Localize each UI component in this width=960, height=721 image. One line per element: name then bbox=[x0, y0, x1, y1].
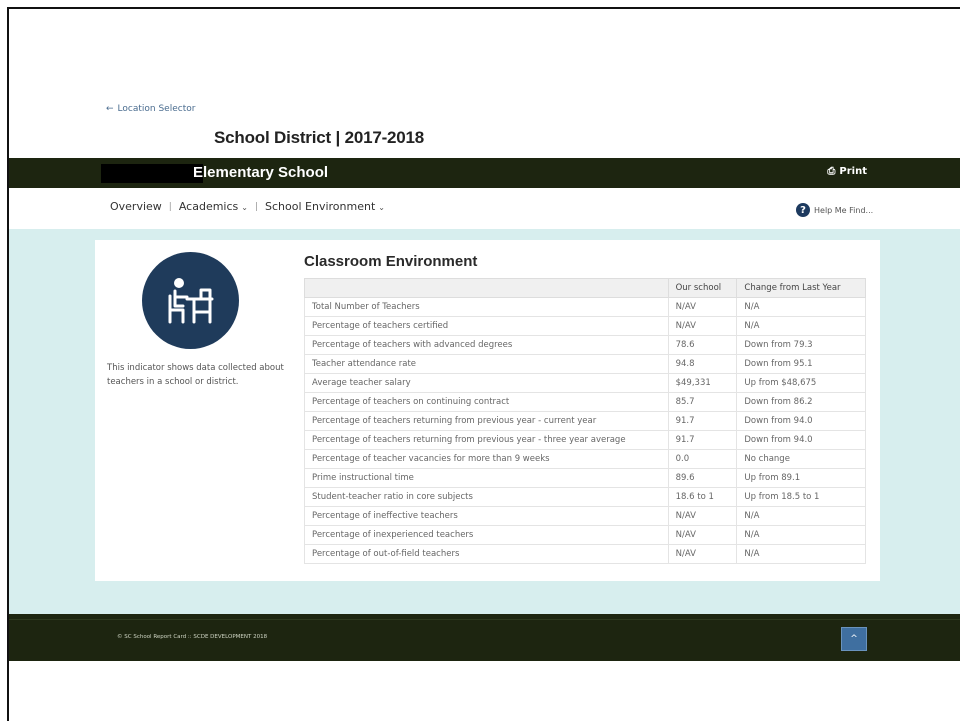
nav-academics[interactable]: Academics ⌄ bbox=[179, 200, 248, 213]
row-change: Up from 89.1 bbox=[736, 468, 866, 488]
row-change: N/A bbox=[736, 297, 866, 317]
table-row: Percentage of inexperienced teachers N/AV… bbox=[304, 525, 866, 545]
row-label: Teacher attendance rate bbox=[304, 354, 669, 374]
row-change: Down from 94.0 bbox=[736, 411, 866, 431]
table-row: Student-teacher ratio in core subjects 18… bbox=[304, 487, 866, 507]
footer-copyright: © SC School Report Card :: SCDE DEVELOPM… bbox=[117, 634, 268, 640]
district-title: School District | 2017-2018 bbox=[214, 128, 425, 147]
table-row: Percentage of ineffective teachers N/AV N/… bbox=[304, 506, 866, 526]
row-change: Down from 94.0 bbox=[736, 430, 866, 450]
printer-icon: ⎙ bbox=[827, 166, 836, 177]
table-row: Average teacher salary $49,331 Up from $48… bbox=[304, 373, 866, 393]
chevron-up-icon: ^ bbox=[850, 634, 858, 644]
row-label: Percentage of teachers certified bbox=[304, 316, 669, 336]
column-header-measure bbox=[304, 278, 669, 298]
back-arrow-icon: ← bbox=[106, 104, 114, 114]
nav-academics-label: Academics bbox=[178, 200, 239, 213]
row-value: N/AV bbox=[667, 297, 738, 317]
row-change: Up from 18.5 to 1 bbox=[736, 487, 866, 507]
help-me-find-link[interactable]: ? Help Me Find... bbox=[796, 203, 873, 217]
back-to-top-button[interactable]: ^ bbox=[841, 627, 867, 651]
school-name: Elementary School bbox=[193, 164, 329, 181]
row-value: N/AV bbox=[667, 544, 738, 564]
row-value: 78.6 bbox=[667, 335, 738, 355]
school-header-bar: Elementary School ⎙ Print bbox=[9, 158, 960, 188]
row-label: Percentage of teachers returning from pr… bbox=[304, 430, 669, 450]
row-label: Prime instructional time bbox=[304, 468, 669, 488]
row-change: Down from 86.2 bbox=[736, 392, 866, 412]
row-label: Percentage of teacher vacancies for more… bbox=[304, 449, 669, 469]
row-value: N/AV bbox=[667, 316, 738, 336]
column-header-our-school: Our school bbox=[667, 278, 738, 298]
print-label: Print bbox=[839, 166, 867, 177]
row-value: 91.7 bbox=[667, 411, 738, 431]
row-label: Percentage of teachers returning from pr… bbox=[304, 411, 669, 431]
row-change: Down from 95.1 bbox=[736, 354, 866, 374]
table-header-row: Our school Change from Last Year bbox=[304, 278, 866, 298]
row-change: No change bbox=[736, 449, 866, 469]
footer-divider bbox=[9, 619, 960, 620]
question-icon: ? bbox=[796, 203, 810, 217]
row-label: Percentage of ineffective teachers bbox=[304, 506, 669, 526]
row-change: N/A bbox=[736, 316, 866, 336]
table-row: Prime instructional time 89.6 Up from 89.1 bbox=[304, 468, 866, 488]
nav-separator: | bbox=[254, 201, 259, 212]
row-change: N/A bbox=[736, 506, 866, 526]
row-change: Down from 79.3 bbox=[736, 335, 866, 355]
table-row: Percentage of teachers returning from pr… bbox=[304, 411, 866, 431]
help-label: Help Me Find... bbox=[814, 205, 874, 215]
redacted-school-name-block bbox=[101, 164, 203, 183]
table-row: Teacher attendance rate 94.8 Down from 95.… bbox=[304, 354, 866, 374]
main-nav: Overview | Academics ⌄ | School Environme… bbox=[110, 200, 385, 213]
footer: © SC School Report Card :: SCDE DEVELOPM… bbox=[9, 614, 960, 661]
row-label: Percentage of out-of-field teachers bbox=[304, 544, 669, 564]
nav-school-environment[interactable]: School Environment ⌄ bbox=[265, 200, 385, 213]
table-row: Percentage of teacher vacancies for more… bbox=[304, 449, 866, 469]
row-change: N/A bbox=[736, 544, 866, 564]
location-selector-label: Location Selector bbox=[117, 104, 196, 114]
row-label: Percentage of inexperienced teachers bbox=[304, 525, 669, 545]
chevron-down-icon: ⌄ bbox=[241, 203, 248, 212]
row-label: Percentage of teachers on continuing con… bbox=[304, 392, 669, 412]
classroom-environment-table: Our school Change from Last Year Total N… bbox=[304, 278, 866, 564]
teacher-at-desk-icon bbox=[142, 252, 239, 349]
row-value: 85.7 bbox=[667, 392, 738, 412]
row-label: Student-teacher ratio in core subjects bbox=[304, 487, 669, 507]
row-value: N/AV bbox=[667, 525, 738, 545]
row-change: N/A bbox=[736, 525, 866, 545]
table-row: Total Number of Teachers N/AV N/A bbox=[304, 297, 866, 317]
print-button[interactable]: ⎙ Print bbox=[827, 166, 867, 177]
row-value: 89.6 bbox=[667, 468, 738, 488]
table-row: Percentage of teachers on continuing con… bbox=[304, 392, 866, 412]
row-label: Average teacher salary bbox=[304, 373, 669, 393]
row-value: 94.8 bbox=[667, 354, 738, 374]
nav-overview[interactable]: Overview bbox=[110, 200, 162, 213]
row-change: Up from $48,675 bbox=[736, 373, 866, 393]
row-label: Percentage of teachers with advanced deg… bbox=[304, 335, 669, 355]
row-label: Total Number of Teachers bbox=[304, 297, 669, 317]
table-row: Percentage of teachers returning from pr… bbox=[304, 430, 866, 450]
nav-school-environment-label: School Environment bbox=[265, 200, 376, 213]
row-value: N/AV bbox=[667, 506, 738, 526]
indicator-description: This indicator shows data collected abou… bbox=[107, 363, 284, 387]
row-value: $49,331 bbox=[667, 373, 738, 393]
chevron-down-icon: ⌄ bbox=[378, 203, 385, 212]
column-header-change: Change from Last Year bbox=[736, 278, 866, 298]
row-value: 91.7 bbox=[667, 430, 738, 450]
location-selector-link[interactable]: ← Location Selector bbox=[106, 104, 195, 114]
nav-separator: | bbox=[168, 201, 172, 212]
table-row: Percentage of teachers with advanced deg… bbox=[304, 335, 866, 355]
table-row: Percentage of out-of-field teachers N/AV N… bbox=[304, 544, 866, 564]
row-value: 0.0 bbox=[667, 449, 738, 469]
section-title: Classroom Environment bbox=[304, 253, 478, 270]
table-row: Percentage of teachers certified N/AV N/A bbox=[304, 316, 866, 336]
row-value: 18.6 to 1 bbox=[667, 487, 738, 507]
